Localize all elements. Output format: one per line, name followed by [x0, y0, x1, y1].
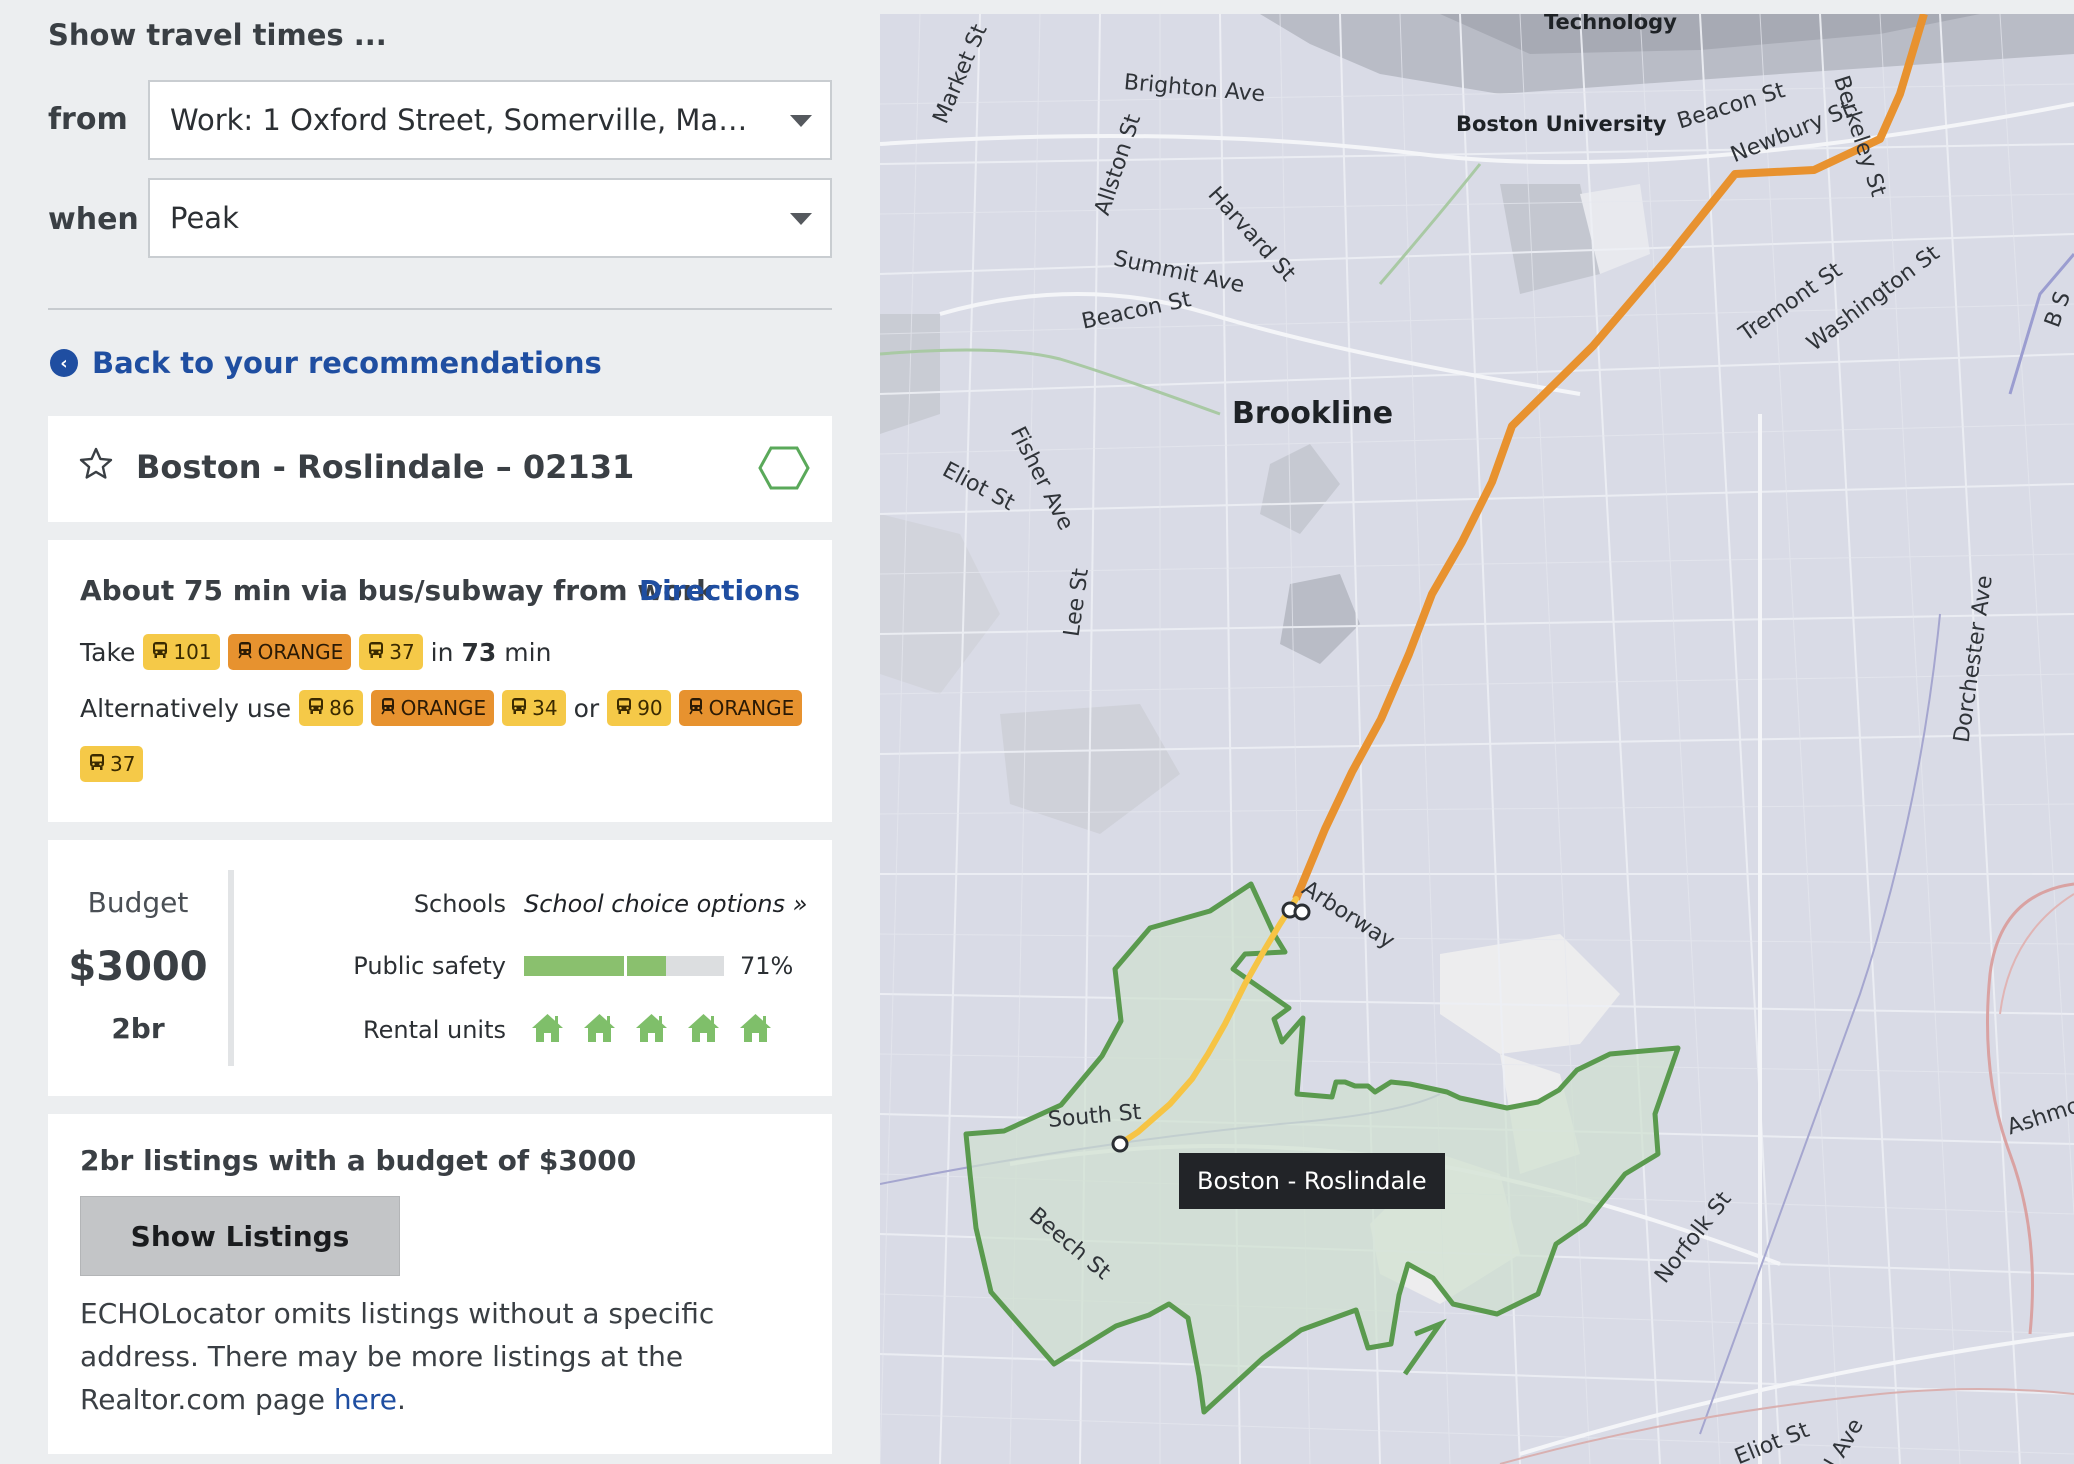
listings-note-end: . — [396, 1383, 406, 1416]
route-badge: ORANGE — [370, 690, 495, 726]
when-select-value: Peak — [170, 201, 239, 235]
listings-note: ECHOLocator omits listings without a spe… — [80, 1292, 820, 1421]
divider — [228, 870, 234, 1066]
alternatively-label: Alternatively use — [80, 693, 292, 723]
from-label: from — [48, 102, 128, 137]
route-badge: 86 — [299, 690, 363, 726]
route-badge: ORANGE — [227, 634, 352, 670]
house-icon — [530, 1012, 565, 1048]
schools-label: Schools — [413, 890, 506, 918]
route-badge: 37 — [80, 746, 144, 782]
alternative-routes: Alternatively use 86 ORANGE 34 or 90 ORA… — [80, 690, 803, 726]
realtor-link[interactable]: here — [334, 1383, 397, 1416]
duration-value: 73 — [461, 637, 497, 667]
train-icon — [687, 696, 705, 720]
origin-marker[interactable] — [1111, 1135, 1129, 1153]
bedrooms-value: 2br — [111, 1012, 165, 1045]
stop-marker[interactable] — [1293, 903, 1311, 921]
house-icon — [582, 1012, 617, 1048]
show-listings-button[interactable]: Show Listings — [80, 1196, 400, 1276]
map-label: Technology — [1544, 14, 1677, 34]
when-label: when — [48, 202, 139, 237]
route-badge: ORANGE — [678, 690, 803, 726]
commute-card: About 75 min via bus/subway from work Di… — [48, 540, 832, 822]
map-view[interactable]: Technology Brighton Ave Market St Boston… — [880, 14, 2074, 1464]
chevron-down-icon — [790, 213, 812, 225]
public-safety-label: Public safety — [353, 952, 506, 980]
back-to-recommendations-link[interactable]: ‹ Back to your recommendations — [50, 346, 602, 380]
star-icon[interactable] — [78, 446, 114, 482]
bus-icon — [367, 640, 385, 664]
duration-unit: min — [504, 637, 552, 667]
map-label: Boston University — [1456, 112, 1667, 136]
route-badge: 101 — [143, 634, 220, 670]
route-badge: 34 — [502, 690, 566, 726]
train-icon — [379, 696, 397, 720]
divider — [48, 308, 832, 310]
neighborhood-title-card: Boston - Roslindale – 02131 — [48, 416, 832, 522]
from-select[interactable]: Work: 1 Oxford Street, Somerville, Massa… — [148, 80, 832, 160]
public-safety-percent: 71% — [740, 952, 794, 980]
sidebar-panel: Show travel times ... from Work: 1 Oxfor… — [0, 0, 880, 1464]
chevron-left-circle-icon: ‹ — [50, 349, 78, 377]
map-label-brookline: Brookline — [1232, 396, 1394, 431]
budget-label: Budget — [87, 886, 189, 919]
public-safety-bar — [524, 956, 724, 976]
when-select[interactable]: Peak — [148, 178, 832, 258]
budget-value: $3000 — [68, 944, 208, 990]
route-badge: 90 — [607, 690, 671, 726]
from-select-value: Work: 1 Oxford Street, Somerville, Massa… — [170, 103, 832, 137]
rental-units-label: Rental units — [363, 1016, 506, 1044]
train-icon — [236, 640, 254, 664]
primary-route: Take 101 ORANGE 37 in 73 min — [80, 634, 551, 670]
rental-units-rating — [530, 1012, 773, 1048]
chevron-down-icon — [790, 115, 812, 127]
listings-headline: 2br listings with a budget of $3000 — [80, 1144, 637, 1177]
route-badge: 37 — [359, 634, 423, 670]
or-label: or — [573, 693, 600, 723]
budget-card: Budget $3000 2br Schools School choice o… — [48, 840, 832, 1096]
bar-separator — [624, 956, 627, 976]
school-choice-link[interactable]: School choice options » — [524, 890, 808, 918]
neighborhood-tooltip: Boston - Roslindale — [1179, 1153, 1445, 1209]
neighborhood-title: Boston - Roslindale – 02131 — [136, 448, 635, 486]
bus-icon — [615, 696, 633, 720]
directions-link[interactable]: Directions — [639, 574, 800, 607]
travel-times-heading: Show travel times ... — [48, 18, 387, 52]
hexagon-icon[interactable] — [758, 446, 810, 490]
back-link-label: Back to your recommendations — [92, 346, 602, 380]
commute-headline: About 75 min via bus/subway from work — [80, 574, 715, 607]
bus-icon — [88, 752, 106, 776]
listings-card: 2br listings with a budget of $3000 Show… — [48, 1114, 832, 1454]
public-safety-fill — [524, 956, 666, 976]
bus-icon — [307, 696, 325, 720]
in-label: in — [430, 637, 454, 667]
house-icon — [634, 1012, 669, 1048]
bus-icon — [151, 640, 169, 664]
take-label: Take — [80, 637, 136, 667]
house-icon — [738, 1012, 773, 1048]
bus-icon — [510, 696, 528, 720]
alternative-routes-continued: 37 — [80, 746, 144, 782]
house-icon — [686, 1012, 721, 1048]
